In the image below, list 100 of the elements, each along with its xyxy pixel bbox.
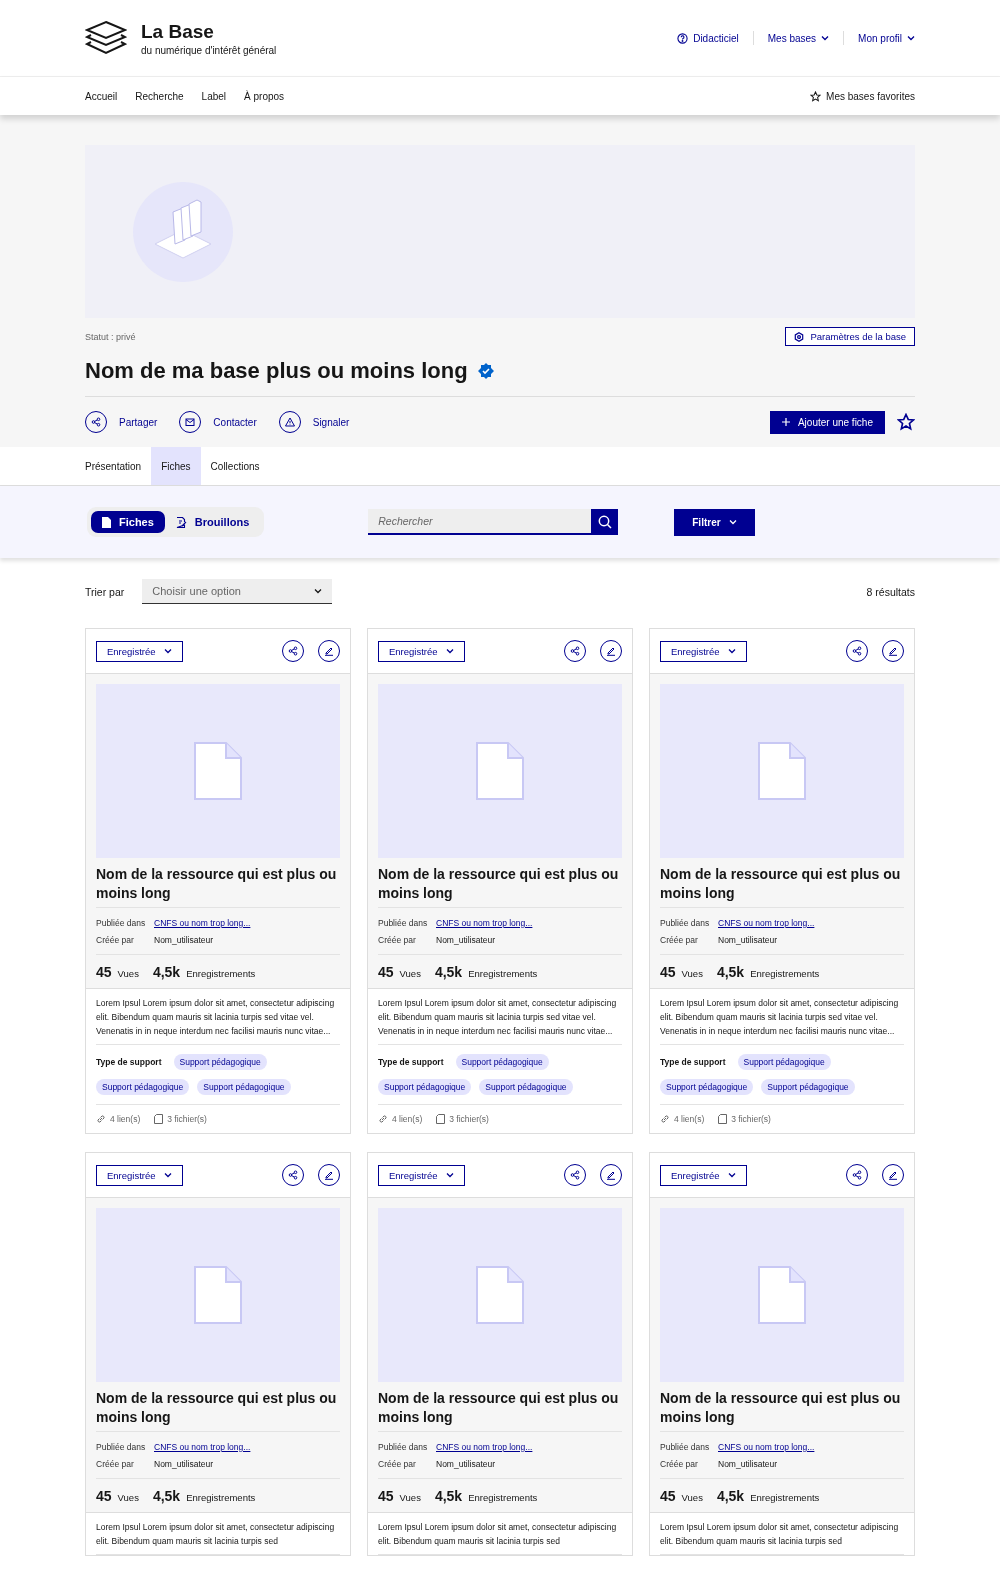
- views-count: 45: [96, 964, 112, 980]
- segment-button[interactable]: Fiches: [91, 511, 165, 533]
- saves-label: Enregistrements: [186, 968, 256, 979]
- share-button[interactable]: [282, 1164, 304, 1186]
- saves-count: 4,5k: [152, 964, 181, 980]
- base-link[interactable]: CNFS ou nom trop long...: [154, 917, 251, 928]
- meta-label: Publiée dans: [96, 1441, 147, 1452]
- settings-icon: [794, 331, 805, 342]
- resource-title[interactable]: Nom de la ressource qui est plus ou moins long: [660, 865, 904, 908]
- sort-select[interactable]: Choisir une option: [142, 579, 333, 604]
- share-button[interactable]: [564, 1164, 586, 1186]
- chevron-down-icon: [727, 1172, 736, 1178]
- views-count: 45: [378, 1488, 394, 1504]
- edit-button[interactable]: [600, 640, 622, 662]
- nav-link[interactable]: Label: [201, 90, 227, 102]
- share-button[interactable]: [564, 640, 586, 662]
- base-link[interactable]: CNFS ou nom trop long...: [436, 917, 533, 928]
- author-name: Nom_utilisateur: [154, 934, 214, 945]
- meta-label: Publiée dans: [660, 917, 711, 928]
- status-dropdown[interactable]: Enregistrée: [96, 1164, 183, 1186]
- add-resource-button[interactable]: Ajouter une fiche: [769, 410, 885, 434]
- tags-label: Type de support: [96, 1057, 162, 1067]
- chevron-down-icon: [728, 519, 737, 525]
- share-button[interactable]: [282, 640, 304, 662]
- share-icon: [570, 646, 580, 656]
- links-count: 4 lien(s): [392, 1114, 423, 1124]
- tag[interactable]: Support pédagogique: [737, 1054, 831, 1070]
- share-icon: [288, 1170, 298, 1180]
- nav-link[interactable]: Accueil: [85, 90, 118, 102]
- nav-link[interactable]: À propos: [244, 90, 285, 102]
- status-dropdown[interactable]: Enregistrée: [96, 640, 183, 662]
- tag[interactable]: Support pédagogique: [378, 1079, 472, 1095]
- tab[interactable]: Présentation: [85, 447, 152, 485]
- status-dropdown[interactable]: Enregistrée: [378, 640, 465, 662]
- author-name: Nom_utilisateur: [718, 934, 778, 945]
- file-icon: [476, 742, 524, 800]
- search-button[interactable]: [591, 509, 619, 535]
- header-link[interactable]: Didacticiel: [677, 32, 739, 44]
- header-link[interactable]: Mes bases: [767, 32, 830, 44]
- share-button[interactable]: [846, 1164, 868, 1186]
- tag[interactable]: Support pédagogique: [173, 1054, 267, 1070]
- status-dropdown[interactable]: Enregistrée: [660, 1164, 747, 1186]
- site-title[interactable]: La Base: [141, 20, 277, 43]
- link-icon: [660, 1114, 670, 1124]
- base-link[interactable]: CNFS ou nom trop long...: [436, 1441, 533, 1452]
- pencil-icon: [324, 646, 334, 656]
- favorites-link[interactable]: Mes bases favorites: [810, 90, 915, 102]
- edit-button[interactable]: [600, 1164, 622, 1186]
- base-link[interactable]: CNFS ou nom trop long...: [718, 917, 815, 928]
- tag[interactable]: Support pédagogique: [660, 1079, 754, 1095]
- tag[interactable]: Support pédagogique: [479, 1079, 573, 1095]
- resource-title[interactable]: Nom de la ressource qui est plus ou moins long: [378, 1389, 622, 1432]
- edit-button[interactable]: [882, 1164, 904, 1186]
- file-icon: [758, 742, 806, 800]
- search-icon: [597, 515, 612, 529]
- tag[interactable]: Support pédagogique: [197, 1079, 291, 1095]
- status-dropdown[interactable]: Enregistrée: [378, 1164, 465, 1186]
- base-link[interactable]: CNFS ou nom trop long...: [154, 1441, 251, 1452]
- tag[interactable]: Support pédagogique: [96, 1079, 190, 1095]
- nav-link[interactable]: Recherche: [135, 90, 184, 102]
- settings-button[interactable]: Paramètres de la base: [785, 327, 915, 346]
- share-button[interactable]: [846, 640, 868, 662]
- pencil-icon: [888, 1170, 898, 1180]
- edit-button[interactable]: [318, 640, 340, 662]
- resource-title[interactable]: Nom de la ressource qui est plus ou moins long: [378, 865, 622, 908]
- files-count: 3 fichier(s): [731, 1114, 771, 1124]
- tag[interactable]: Support pédagogique: [761, 1079, 855, 1095]
- author-name: Nom_utilisateur: [436, 934, 496, 945]
- action-link[interactable]: Contacter: [179, 411, 257, 433]
- resource-title[interactable]: Nom de la ressource qui est plus ou moins long: [96, 865, 340, 908]
- action-link[interactable]: Signaler: [278, 411, 350, 433]
- tab[interactable]: Fiches: [151, 447, 201, 485]
- site-tagline: du numérique d'intérêt général: [141, 44, 277, 56]
- meta-label: Créée par: [660, 934, 699, 945]
- tag[interactable]: Support pédagogique: [455, 1054, 549, 1070]
- resource-title[interactable]: Nom de la ressource qui est plus ou moins long: [660, 1389, 904, 1432]
- pencil-icon: [888, 646, 898, 656]
- base-link[interactable]: CNFS ou nom trop long...: [718, 1441, 815, 1452]
- views-count: 45: [378, 964, 394, 980]
- meta-label: Créée par: [96, 1458, 135, 1469]
- sort-label: Trier par: [85, 585, 125, 598]
- chevron-down-icon: [445, 1172, 454, 1178]
- edit-button[interactable]: [882, 640, 904, 662]
- tab[interactable]: Collections: [200, 447, 270, 485]
- favorite-star-icon[interactable]: [897, 413, 915, 431]
- author-name: Nom_utilisateur: [718, 1458, 778, 1469]
- status-dropdown[interactable]: Enregistrée: [660, 640, 747, 662]
- resource-title[interactable]: Nom de la ressource qui est plus ou moins long: [96, 1389, 340, 1432]
- filter-button[interactable]: Filtrer: [674, 508, 755, 536]
- segment-button[interactable]: Brouillons: [164, 511, 261, 533]
- search-field[interactable]: Rechercher: [368, 509, 592, 535]
- links-count: 4 lien(s): [674, 1114, 705, 1124]
- views-label: Vues: [681, 968, 703, 979]
- header-link[interactable]: Mon profil: [858, 32, 915, 44]
- meta-label: Créée par: [660, 1458, 699, 1469]
- action-link[interactable]: Partager: [85, 411, 158, 433]
- saves-count: 4,5k: [434, 964, 463, 980]
- edit-button[interactable]: [318, 1164, 340, 1186]
- file-icon: [102, 516, 111, 528]
- meta-label: Créée par: [378, 934, 417, 945]
